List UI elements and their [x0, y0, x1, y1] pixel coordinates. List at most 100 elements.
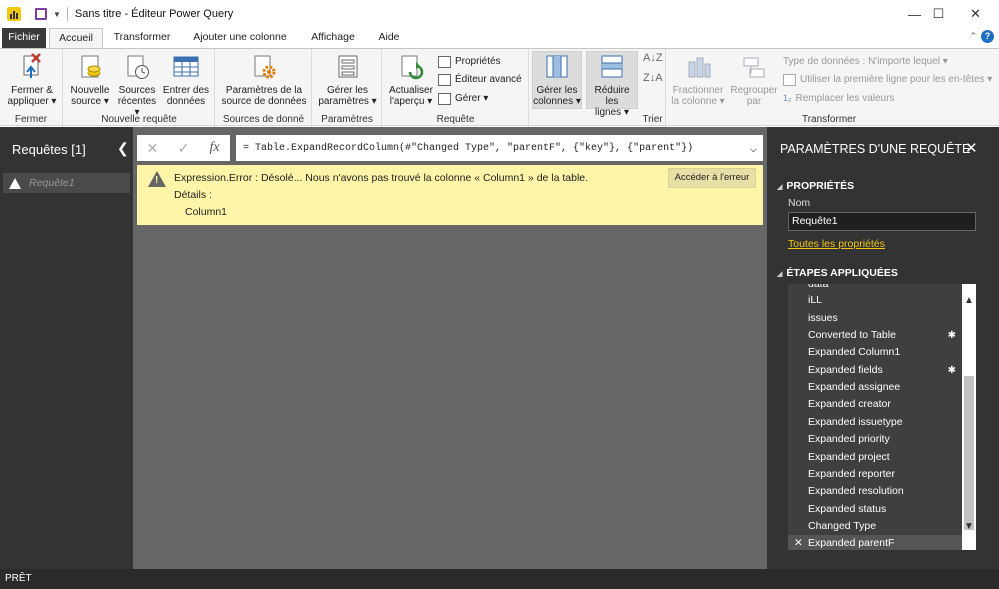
- sort-ascending-button[interactable]: A↓Z: [643, 52, 663, 64]
- group-transformer: Fractionner la colonne ▾ Regrouper par T…: [667, 49, 992, 127]
- properties-button[interactable]: Propriétés: [438, 53, 501, 70]
- tab-ajouter-colonne[interactable]: Ajouter une colonne: [184, 28, 296, 48]
- rows-icon: [597, 52, 627, 82]
- step-item[interactable]: Expanded issuetype: [788, 414, 962, 431]
- query-settings-pane: PARAMÈTRES D'UNE REQUÊTE ✕ PROPRIÉTÉS No…: [767, 127, 999, 569]
- properties-header[interactable]: PROPRIÉTÉS: [777, 180, 854, 192]
- ribbon-tabs: Fichier Accueil Transformer Ajouter une …: [0, 28, 999, 49]
- help-icon[interactable]: ?: [981, 30, 994, 43]
- recent-sources-button[interactable]: Sources récentes ▾: [114, 52, 160, 118]
- new-source-icon: [75, 52, 105, 82]
- reduce-rows-button[interactable]: Réduire les lignes ▾: [586, 51, 638, 118]
- close-window-button[interactable]: ✕: [953, 0, 998, 28]
- step-item[interactable]: Expanded assignee: [788, 379, 962, 396]
- step-item[interactable]: Expanded priority: [788, 431, 962, 448]
- close-settings-icon[interactable]: ✕: [965, 139, 978, 157]
- group-label-sources: Sources de donné: [222, 114, 305, 125]
- group-label-nouvelle-requete: Nouvelle requête: [101, 114, 177, 125]
- scroll-thumb[interactable]: [964, 376, 974, 530]
- group-label-requete: Requête: [436, 114, 475, 125]
- step-item[interactable]: Changed Type: [788, 518, 962, 535]
- save-icon[interactable]: [35, 8, 47, 20]
- sort-descending-button[interactable]: Z↓A: [643, 72, 663, 84]
- step-item[interactable]: Expanded project: [788, 449, 962, 466]
- go-to-error-button[interactable]: Accéder à l'erreur: [668, 168, 756, 188]
- sort-ascending-icon: A↓Z: [643, 52, 663, 64]
- parameters-icon: [333, 52, 363, 82]
- recent-sources-icon: [122, 52, 152, 82]
- advanced-editor-button[interactable]: Éditeur avancé: [438, 71, 522, 88]
- query-item-label: Requête1: [29, 177, 75, 189]
- expand-formula-icon[interactable]: ⌵: [750, 141, 757, 156]
- use-first-row-headers-button[interactable]: Utiliser la première ligne pour les en-t…: [783, 71, 992, 88]
- ribbon: Fermer & appliquer ▾ Fermer Nouvelle sou…: [0, 48, 999, 127]
- step-item[interactable]: issues: [788, 310, 962, 327]
- new-source-button[interactable]: Nouvelle source ▾: [66, 52, 114, 107]
- collapse-queries-icon[interactable]: ❮: [117, 140, 129, 157]
- scroll-down-icon[interactable]: ▼: [962, 520, 976, 534]
- step-settings-icon[interactable]: ✱: [948, 327, 956, 344]
- applied-steps-header[interactable]: ÉTAPES APPLIQUÉES: [777, 267, 897, 279]
- group-requete: Actualiser l'aperçu ▾ Propriétés Éditeur…: [383, 49, 529, 127]
- step-item[interactable]: Expanded reporter: [788, 466, 962, 483]
- advanced-editor-icon: [438, 73, 451, 86]
- title-bar: ▼ Sans titre - Éditeur Power Query: [0, 0, 999, 28]
- step-item[interactable]: Expanded status: [788, 501, 962, 518]
- formula-bar[interactable]: = Table.ExpandRecordColumn(#"Changed Typ…: [236, 135, 763, 161]
- step-item[interactable]: Converted to Table ✱: [788, 327, 962, 344]
- confirm-formula-icon[interactable]: ✓: [168, 140, 199, 157]
- group-label-transformer: Transformer: [801, 114, 857, 125]
- steps-scrollbar[interactable]: ▲ ▼: [962, 284, 976, 550]
- manage-columns-button[interactable]: Gérer les colonnes ▾: [532, 51, 582, 109]
- properties-icon: [438, 55, 451, 68]
- quick-access-dropdown-icon[interactable]: ▼: [53, 10, 61, 19]
- close-apply-button[interactable]: Fermer & appliquer ▾: [4, 52, 60, 107]
- formula-text: = Table.ExpandRecordColumn(#"Changed Typ…: [243, 142, 694, 154]
- data-type-dropdown[interactable]: Type de données : N'importe lequel ▾: [783, 53, 948, 70]
- queries-pane-title: Requêtes [1]: [12, 142, 86, 157]
- group-sources-de-donnees: Paramètres de la source de données Sourc…: [216, 49, 312, 127]
- tab-accueil[interactable]: Accueil: [49, 28, 103, 49]
- tab-affichage[interactable]: Affichage: [303, 28, 363, 48]
- window-title: Sans titre - Éditeur Power Query: [74, 8, 234, 20]
- step-item[interactable]: iLL: [788, 292, 962, 309]
- sort-descending-icon: Z↓A: [643, 72, 663, 84]
- queries-pane: Requêtes [1] ❮: [0, 127, 133, 569]
- step-item[interactable]: Expanded Column1: [788, 344, 962, 361]
- name-label: Nom: [788, 197, 811, 209]
- refresh-preview-button[interactable]: Actualiser l'aperçu ▾: [386, 52, 436, 107]
- tab-aide[interactable]: Aide: [370, 28, 408, 48]
- group-label-trier: Trier: [642, 114, 663, 125]
- fx-icon[interactable]: fx: [199, 140, 230, 156]
- scroll-up-icon[interactable]: ▲: [962, 294, 976, 308]
- group-by-button[interactable]: Regrouper par: [728, 52, 780, 107]
- split-column-button[interactable]: Fractionner la colonne ▾: [670, 52, 726, 107]
- enter-data-button[interactable]: Entrer des données: [160, 52, 212, 107]
- split-column-icon: [683, 52, 713, 82]
- step-item-selected[interactable]: ✕ Expanded parentF: [788, 535, 962, 550]
- data-source-settings-button[interactable]: Paramètres de la source de données: [218, 52, 310, 107]
- group-label-parametres: Paramètres: [321, 114, 373, 125]
- collapse-ribbon-icon[interactable]: ⌃: [969, 31, 977, 42]
- warning-icon: [9, 177, 21, 189]
- tab-fichier[interactable]: Fichier: [2, 28, 46, 48]
- manage-parameters-button[interactable]: Gérer les paramètres ▾: [316, 52, 379, 107]
- step-settings-icon[interactable]: ✱: [948, 362, 956, 379]
- error-details-label: Détails :: [174, 189, 212, 201]
- step-item[interactable]: Expanded creator: [788, 396, 962, 413]
- columns-icon: [542, 52, 572, 82]
- error-message: Expression.Error : Désolé... Nous n'avon…: [174, 172, 589, 184]
- replace-values-button[interactable]: 1₂ Remplacer les valeurs: [783, 90, 894, 107]
- step-item[interactable]: Expanded resolution: [788, 483, 962, 500]
- query-item-requete1[interactable]: Requête1: [3, 173, 130, 193]
- manage-query-button[interactable]: Gérer ▾: [438, 90, 488, 107]
- query-name-input[interactable]: Requête1: [788, 212, 976, 231]
- all-properties-link[interactable]: Toutes les propriétés: [788, 238, 885, 250]
- delete-step-icon[interactable]: ✕: [794, 535, 803, 550]
- group-nouvelle-requete: Nouvelle source ▾ Sources récentes ▾ Ent…: [64, 49, 215, 127]
- formula-buttons: ✕ ✓ fx: [137, 135, 230, 161]
- error-warning-icon: !: [148, 171, 166, 187]
- step-item[interactable]: Expanded fields ✱: [788, 362, 962, 379]
- tab-transformer[interactable]: Transformer: [107, 28, 177, 48]
- cancel-formula-icon[interactable]: ✕: [137, 140, 168, 157]
